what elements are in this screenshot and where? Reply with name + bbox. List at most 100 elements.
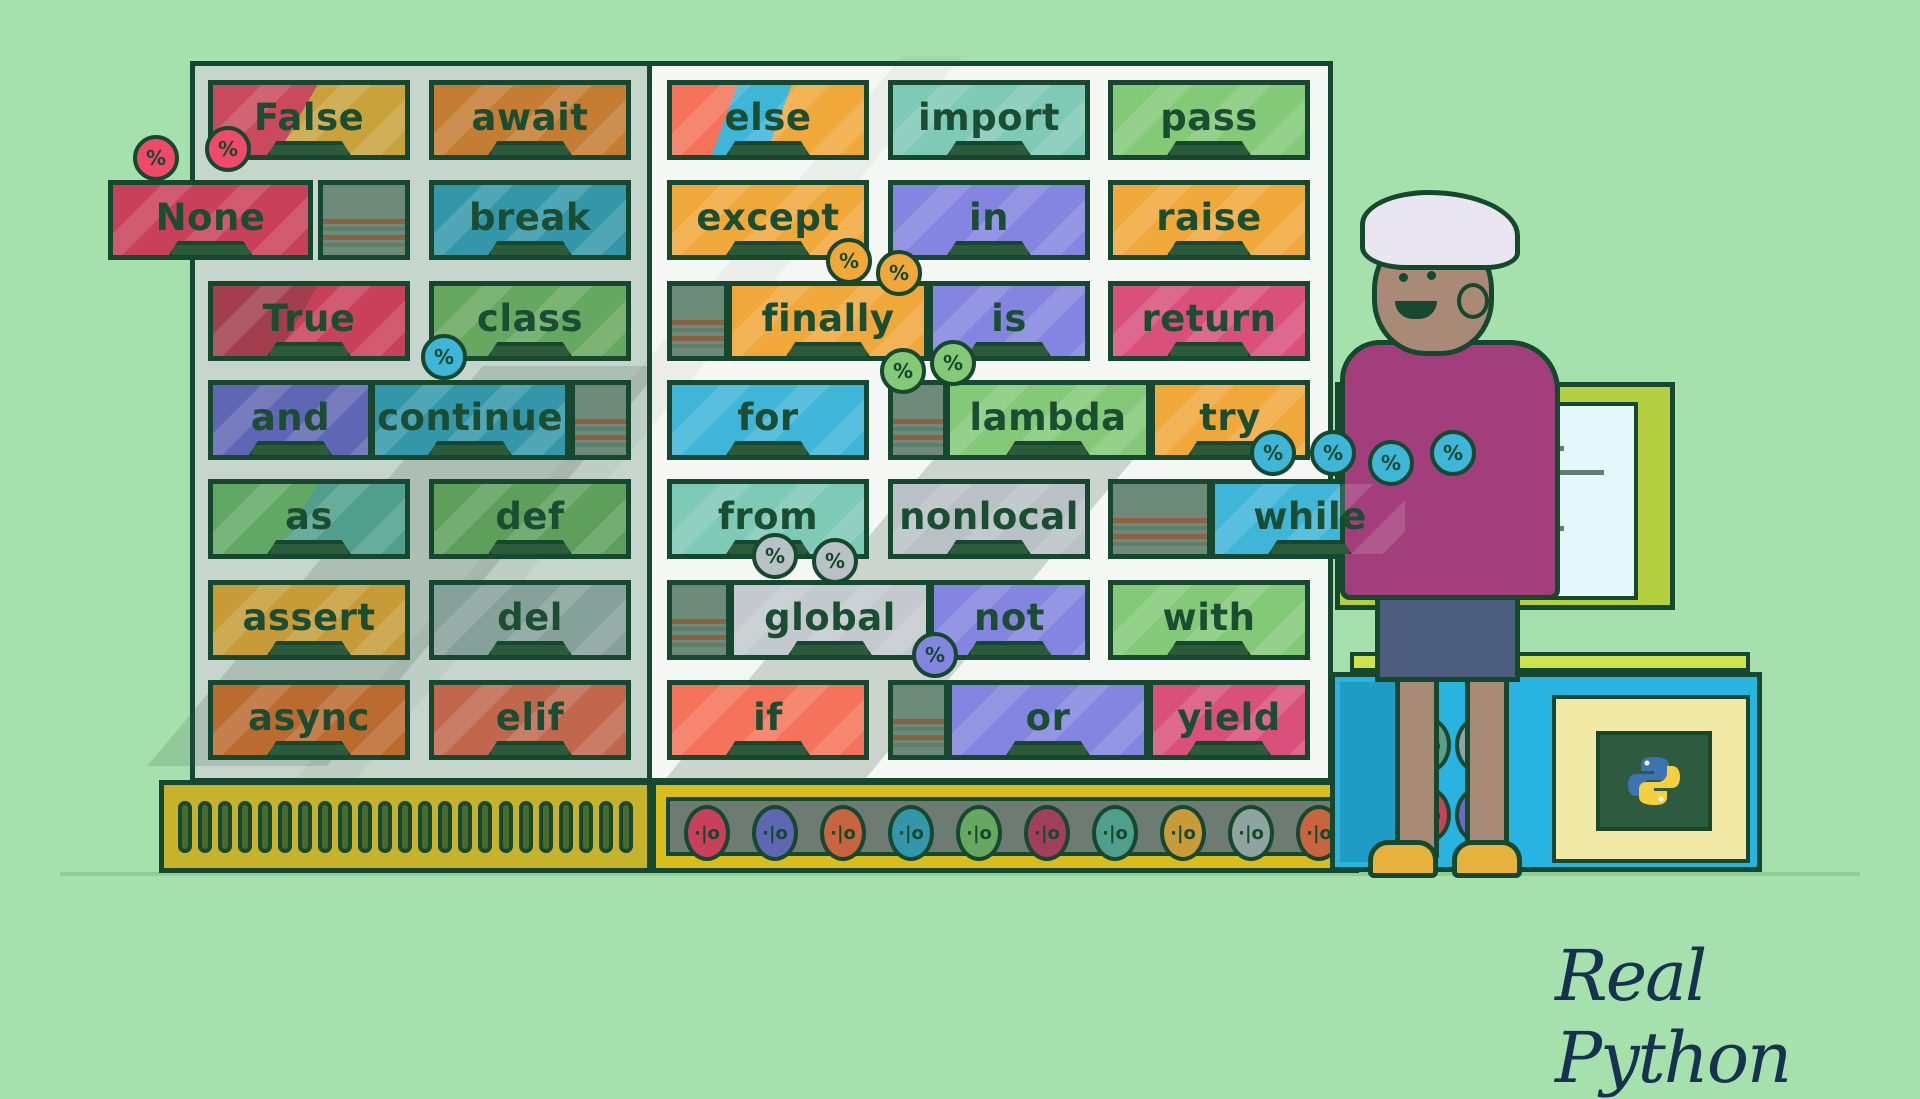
drawer-import[interactable]: import [888, 80, 1090, 160]
key-icon: % [1430, 430, 1476, 476]
slot-lines [893, 419, 943, 451]
drawer-or[interactable]: or [947, 680, 1149, 760]
drawer-label: elif [495, 695, 565, 739]
coin: ·|o [1228, 805, 1274, 861]
drawer-else[interactable]: else [667, 80, 869, 160]
drawer-del[interactable]: del [429, 580, 631, 660]
drawer-handle[interactable] [487, 342, 573, 356]
coin: ·|o [888, 805, 934, 861]
drawer-handle[interactable] [487, 540, 573, 554]
drawer-handle[interactable] [167, 241, 254, 255]
drawer-handle[interactable] [725, 741, 811, 755]
drawer-nonlocal[interactable]: nonlocal [888, 479, 1090, 559]
drawer-for[interactable]: for [667, 380, 869, 460]
drawer-label: def [495, 494, 565, 538]
drawer-as[interactable]: as [208, 479, 410, 559]
vent-slot [178, 800, 192, 853]
conveyor-belt: ·|o ·|o ·|o ·|o ·|o ·|o ·|o ·|o ·|o ·|o [666, 797, 1344, 861]
coin: ·|o [1092, 805, 1138, 861]
vent-slot [358, 800, 373, 853]
vent-slot [598, 800, 613, 853]
vent-slot [538, 800, 553, 853]
vent-slot [238, 800, 253, 853]
drawer-handle[interactable] [266, 540, 352, 554]
person-shoe [1452, 840, 1522, 878]
key-icon: % [912, 632, 958, 678]
drawer-if[interactable]: if [667, 680, 869, 760]
drawer-label: or [1025, 695, 1071, 739]
drawer-label: True [262, 296, 356, 340]
drawer-global[interactable]: global [729, 580, 931, 660]
drawer-handle[interactable] [966, 342, 1052, 356]
drawer-handle[interactable] [725, 441, 811, 455]
drawer-handle[interactable] [1186, 741, 1272, 755]
drawer-handle[interactable] [266, 741, 352, 755]
drawer-true[interactable]: True [208, 281, 410, 361]
drawer-handle[interactable] [785, 342, 871, 356]
drawer-label: not [974, 595, 1045, 639]
drawer-label: yield [1177, 695, 1281, 739]
drawer-handle[interactable] [427, 441, 513, 455]
vent-slot [198, 800, 213, 853]
drawer-pass[interactable]: pass [1108, 80, 1310, 160]
drawer-label: while [1253, 494, 1367, 538]
drawer-handle[interactable] [966, 641, 1053, 655]
drawer-handle[interactable] [1267, 540, 1353, 554]
drawer-handle[interactable] [725, 141, 811, 155]
drawer-while[interactable]: while [1210, 479, 1410, 559]
drawer-label: break [469, 195, 591, 239]
drawer-handle[interactable] [487, 141, 573, 155]
drawer-handle[interactable] [266, 641, 352, 655]
drawer-handle[interactable] [1166, 342, 1252, 356]
drawer-label: is [991, 296, 1027, 340]
drawer-handle[interactable] [1005, 741, 1091, 755]
person-leg [1465, 668, 1509, 858]
cabinet-base-vents [159, 780, 652, 873]
drawer-with[interactable]: with [1108, 580, 1310, 660]
empty-drawer-slot [667, 580, 731, 660]
drawer-handle[interactable] [1166, 241, 1252, 255]
drawer-handle[interactable] [946, 540, 1032, 554]
drawer-handle[interactable] [787, 641, 873, 655]
drawer-handle[interactable] [266, 141, 352, 155]
vent-slot [258, 800, 273, 853]
drawer-label: None [155, 195, 266, 239]
drawer-handle[interactable] [1166, 141, 1252, 155]
drawer-handle[interactable] [946, 241, 1032, 255]
drawer-label: as [285, 494, 333, 538]
drawer-handle[interactable] [487, 741, 573, 755]
drawer-handle[interactable] [266, 342, 352, 356]
person-hair [1360, 190, 1520, 270]
drawer-handle[interactable] [1005, 441, 1091, 455]
drawer-async[interactable]: async [208, 680, 410, 760]
drawer-return[interactable]: return [1108, 281, 1310, 361]
drawer-def[interactable]: def [429, 479, 631, 559]
drawer-handle[interactable] [487, 641, 573, 655]
drawer-label: nonlocal [899, 494, 1079, 538]
vent-slot [478, 800, 493, 853]
drawer-handle[interactable] [247, 441, 334, 455]
drawer-await[interactable]: await [429, 80, 631, 160]
drawer-in[interactable]: in [888, 180, 1090, 260]
drawer-and[interactable]: and [208, 380, 373, 460]
vent-slot [558, 800, 573, 853]
drawer-label: else [724, 95, 812, 139]
drawer-handle[interactable] [946, 141, 1032, 155]
key-icon: % [812, 538, 858, 584]
drawer-continue[interactable]: continue [370, 380, 570, 460]
vent-slot [498, 800, 513, 853]
drawer-label: False [253, 95, 365, 139]
drawer-raise[interactable]: raise [1108, 180, 1310, 260]
drawer-handle[interactable] [725, 241, 811, 255]
drawer-label: async [248, 695, 370, 739]
drawer-handle[interactable] [487, 241, 573, 255]
drawer-assert[interactable]: assert [208, 580, 410, 660]
drawer-lambda[interactable]: lambda [945, 380, 1151, 460]
drawer-label: await [471, 95, 589, 139]
drawer-handle[interactable] [1166, 641, 1252, 655]
drawer-elif[interactable]: elif [429, 680, 631, 760]
drawer-yield[interactable]: yield [1148, 680, 1310, 760]
drawer-none[interactable]: None [108, 180, 313, 260]
drawer-break[interactable]: break [429, 180, 631, 260]
key-icon: % [1250, 430, 1296, 476]
